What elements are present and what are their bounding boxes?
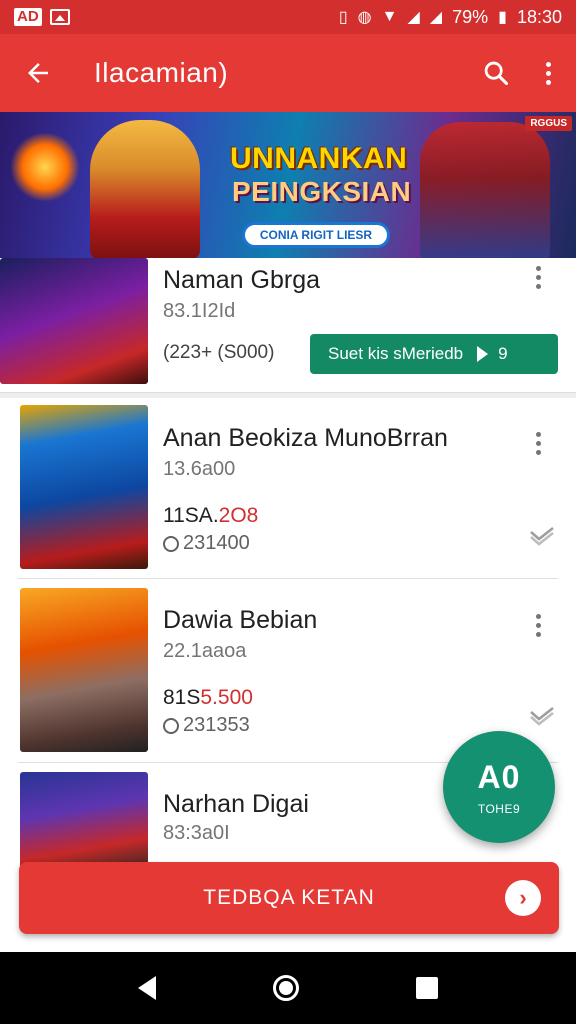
item-title: Narhan Digai [163, 790, 309, 818]
item-subtitle: 13.6a00 [163, 458, 236, 480]
item-views: 231400 [163, 532, 250, 555]
image-notification-icon [49, 9, 70, 25]
check-icon[interactable] [528, 524, 556, 548]
back-button[interactable] [18, 53, 58, 93]
check-icon[interactable] [528, 704, 556, 728]
item-views: 231353 [163, 714, 250, 737]
item-more-button[interactable] [528, 428, 548, 458]
app-bar: Ilacamian) [0, 34, 576, 112]
game-thumbnail[interactable] [20, 588, 148, 752]
data-saver-icon: ◍ [357, 9, 372, 26]
screen: AD ▯ ◍ ▼ ◢ ◢ 79% ▮ 18:30 Ilacamian) UNNA… [0, 0, 576, 1024]
more-vert-icon [535, 431, 541, 437]
signal-icon: ◢ [407, 9, 420, 26]
install-button-label: Suet kis sMeriedb [328, 344, 464, 363]
status-bar: AD ▯ ◍ ▼ ◢ ◢ 79% ▮ 18:30 [0, 0, 576, 34]
more-options-button[interactable] [538, 53, 558, 93]
item-subtitle: 83.1I2Id [163, 300, 236, 322]
wifi-icon: ▼ [381, 8, 398, 25]
item-title: Naman Gbrga [163, 266, 321, 294]
banner-tag: RGGUS [525, 116, 572, 131]
floating-action-button[interactable]: A0 TOHE9 [443, 731, 555, 843]
section-divider [0, 392, 576, 398]
fab-sublabel: TOHE9 [477, 801, 521, 816]
item-title: Anan Beokiza MunoBrran [163, 424, 448, 452]
item-price: 81S5.500 [163, 686, 253, 709]
item-title: Dawia Bebian [163, 606, 318, 634]
fireball-art [10, 132, 80, 202]
item-more-button[interactable] [528, 610, 548, 640]
fab-label: A0 [477, 758, 521, 795]
nav-back-icon[interactable] [138, 976, 157, 1000]
install-button[interactable]: Suet kis sMeriedb 9 [310, 334, 558, 374]
item-price: (223+ (S000) [163, 342, 275, 363]
more-vert-icon [545, 61, 551, 67]
views-icon [163, 535, 179, 552]
bottom-action-label: TEDBQA KETAN [203, 886, 375, 909]
views-icon [163, 717, 179, 734]
item-subtitle: 83:3a0I [163, 822, 230, 844]
vibrate-icon: ▯ [338, 9, 348, 26]
item-price: 11SA.2O8 [163, 504, 259, 527]
item-more-button[interactable] [528, 262, 548, 292]
nav-home-icon[interactable] [272, 975, 299, 1001]
search-button[interactable] [476, 53, 516, 93]
bottom-action-button[interactable]: TEDBQA KETAN › [19, 862, 559, 934]
signal-icon-2: ◢ [429, 9, 443, 26]
banner-pill: CONIA RIGIT LIESR [242, 222, 390, 248]
clock: 18:30 [516, 6, 562, 27]
nav-recent-icon[interactable] [415, 977, 438, 999]
arrow-left-icon [28, 63, 48, 83]
list-item[interactable]: Anan Beokiza MunoBrran 13.6a00 11SA.2O8 … [0, 400, 576, 578]
game-thumbnail[interactable] [0, 258, 148, 384]
item-subtitle: 22.1aaoa [163, 640, 247, 662]
game-thumbnail[interactable] [20, 405, 148, 569]
chevron-right-icon: › [505, 880, 541, 916]
system-nav-bar [0, 952, 576, 1024]
more-vert-icon [535, 613, 541, 619]
page-title: Ilacamian) [94, 57, 229, 88]
play-icon [477, 346, 489, 362]
game-thumbnail[interactable] [20, 772, 148, 868]
hero-art-left [90, 120, 200, 258]
battery-percent: 79% [452, 6, 489, 27]
ad-notification-icon: AD [14, 8, 42, 26]
more-vert-icon [535, 265, 541, 271]
promo-banner[interactable]: UNNANKAN PEINGKSIAN CONIA RIGIT LIESR RG… [0, 112, 576, 258]
battery-icon: ▮ [498, 9, 507, 26]
list-divider [18, 578, 558, 579]
search-icon [484, 61, 509, 86]
banner-title-line2: PEINGKSIAN [232, 176, 412, 207]
banner-title-line1: UNNANKAN [230, 142, 408, 175]
hero-art-right [420, 122, 550, 258]
install-button-suffix: 9 [498, 344, 508, 363]
